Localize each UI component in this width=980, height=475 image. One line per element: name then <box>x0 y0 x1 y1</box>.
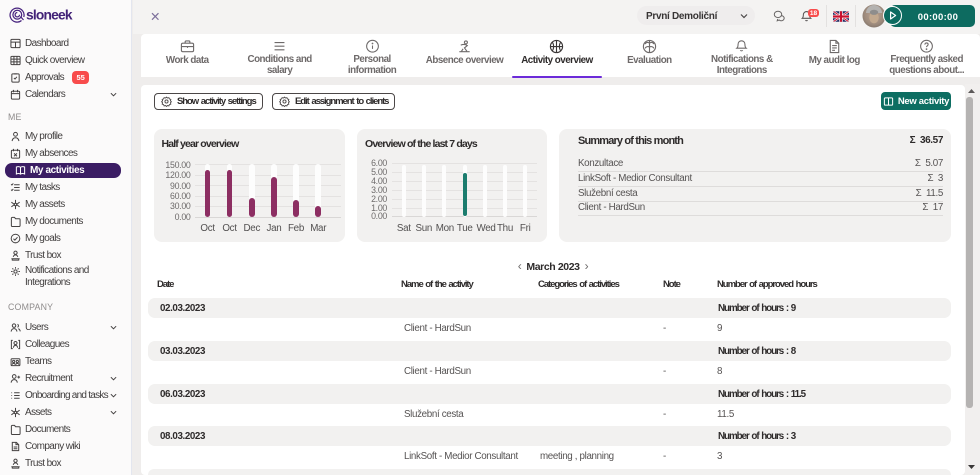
svg-text:sloneek: sloneek <box>26 8 73 23</box>
